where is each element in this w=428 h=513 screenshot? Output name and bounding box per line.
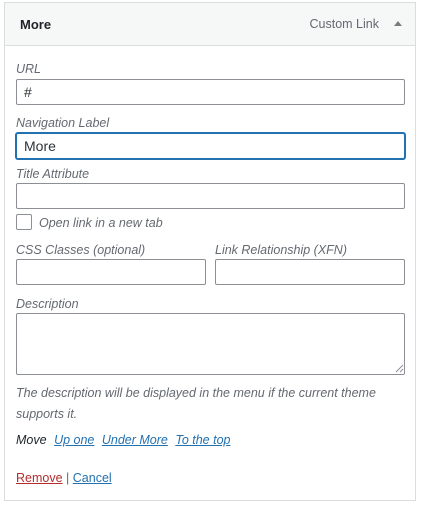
move-label: Move: [16, 433, 47, 447]
cancel-link[interactable]: Cancel: [73, 471, 112, 485]
menu-item-type: Custom Link: [309, 17, 379, 31]
link-relationship-label: Link Relationship (XFN): [215, 243, 347, 257]
url-input[interactable]: [16, 79, 405, 105]
css-classes-label: CSS Classes (optional): [16, 243, 146, 257]
link-relationship-input[interactable]: [215, 259, 405, 285]
actions-separator: |: [66, 471, 70, 485]
item-actions: Remove | Cancel: [16, 471, 112, 485]
arrow-up-icon[interactable]: [389, 15, 407, 33]
menu-item-title: More: [20, 17, 52, 32]
move-to-top-link[interactable]: To the top: [175, 433, 230, 447]
move-up-one-link[interactable]: Up one: [54, 433, 94, 447]
menu-item-header[interactable]: More Custom Link: [5, 3, 415, 46]
remove-link[interactable]: Remove: [16, 471, 63, 485]
title-attribute-input[interactable]: [16, 183, 405, 209]
open-new-tab-label: Open link in a new tab: [39, 216, 163, 230]
description-note: The description will be displayed in the…: [16, 386, 376, 421]
description-textarea[interactable]: [16, 313, 405, 375]
menu-item-panel: More Custom Link URL Navigation Label Ti…: [4, 2, 416, 501]
url-label: URL: [16, 62, 42, 76]
open-new-tab-checkbox[interactable]: [16, 214, 32, 230]
move-under-more-link[interactable]: Under More: [102, 433, 168, 447]
navigation-label-label: Navigation Label: [16, 116, 110, 130]
title-attribute-label: Title Attribute: [16, 167, 90, 181]
navigation-label-input[interactable]: [16, 133, 405, 159]
move-row: Move Up one Under More To the top: [16, 433, 230, 447]
css-classes-input[interactable]: [16, 259, 206, 285]
description-label: Description: [16, 297, 79, 311]
